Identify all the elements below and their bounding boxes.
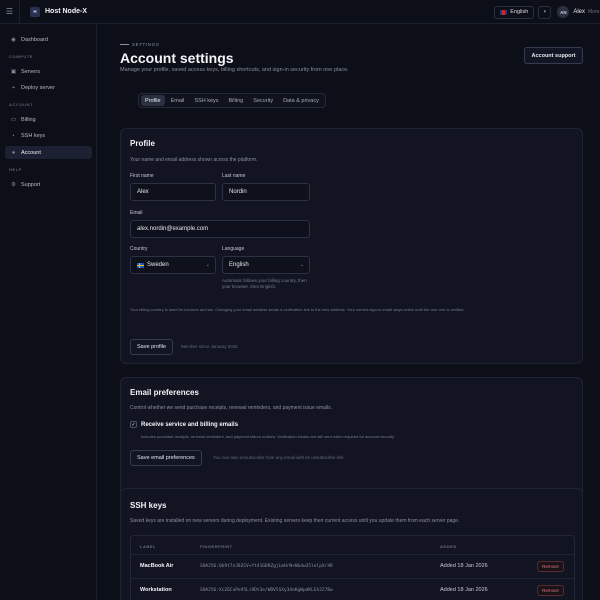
last-name-label: Last name [222,173,246,179]
tab-ssh-keys[interactable]: SSH keys [190,95,222,106]
ssh-key-label: MacBook Air [140,563,174,569]
email-preferences-title: Email preferences [130,388,199,397]
unsubscribe-note: You can also unsubscribe from any email … [213,455,345,460]
ssh-key-added: Added 18 Jan 2026 [440,587,488,593]
brand-name[interactable]: Host Node-X [45,8,87,15]
remove-ssh-key-button[interactable]: Remove [537,561,564,572]
language-select[interactable]: English ⌄ [222,256,310,274]
country-value: Sweden [147,262,169,268]
sidebar-toggle-icon[interactable]: ☰ [0,0,20,24]
ssh-keys-card: SSH keys Saved keys are installed on new… [120,488,583,600]
sidebar-item-label: Servers [21,68,40,75]
service-emails-label: Receive service and billing emails [141,422,239,428]
brand-logo: H [30,6,40,17]
sidebar-item-ssh-keys[interactable]: ⋆ SSH keys [5,129,92,142]
user-menu-label[interactable]: More [588,9,600,15]
email-field[interactable]: alex.nordin@example.com [130,220,310,238]
column-header-label: LABEL [140,544,156,549]
dashboard-icon: ◉ [11,36,16,43]
ssh-keys-description: Saved keys are installed on new servers … [130,518,460,524]
language-label: Language [222,246,245,252]
email-label: Email [130,210,143,216]
plus-icon: + [11,84,16,91]
sidebar-item-servers[interactable]: ▣ Servers [5,65,92,78]
email-preferences-card: Email preferences Control whether we sen… [120,377,583,498]
save-email-preferences-button[interactable]: Save email preferences [130,450,202,466]
sidebar-item-label: Support [21,181,41,188]
user-icon: ● [11,149,16,156]
profile-title: Profile [130,139,155,148]
sidebar-item-dashboard[interactable]: ◉ Dashboard [5,33,92,46]
column-header-fingerprint: FINGERPRINT [200,544,233,549]
page-subtitle: Manage your profile, saved access keys, … [120,67,349,73]
sidebar-item-label: SSH keys [21,132,46,139]
first-name-label: First name [130,173,154,179]
tab-data-privacy[interactable]: Data & privacy [279,95,323,106]
key-icon: ⋆ [11,132,16,139]
account-support-button[interactable]: Account support [524,47,583,64]
settings-tabs: Profile Email SSH keys Billing Security … [138,93,326,108]
top-bar-right: English ▾ AN Alex More [494,0,600,24]
page-eyebrow: SETTINGS [120,42,159,47]
credit-card-icon: ▭ [10,116,17,123]
chevron-down-icon[interactable]: ▾ [538,5,552,19]
email-preferences-description: Control whether we send purchase receipt… [130,405,333,411]
ssh-keys-title: SSH keys [130,501,167,510]
ssh-key-added: Added 18 Jan 2026 [440,563,488,569]
remove-ssh-key-button[interactable]: Remove [537,585,564,596]
tab-billing[interactable]: Billing [225,95,248,106]
profile-description: Your name and email address shown across… [130,157,258,163]
sidebar: ◉ Dashboard COMPUTE ▣ Servers + Deploy s… [0,24,97,600]
gear-icon: ⚙ [11,181,16,188]
sidebar-item-support[interactable]: ⚙ Support [5,178,92,191]
avatar[interactable]: AN [557,6,570,18]
language-selector[interactable]: English [494,5,535,19]
tab-security[interactable]: Security [249,95,277,106]
table-divider [131,554,574,555]
profile-footnote: Your billing country is used for invoice… [130,307,465,312]
column-header-added: ADDED [440,544,457,549]
ssh-key-label: Workstation [140,587,172,593]
language-selector-label: English [510,9,529,15]
tab-profile[interactable]: Profile [141,95,165,106]
member-since: Member since January 2026 [181,344,238,349]
server-icon: ▣ [10,68,17,75]
last-name-field[interactable]: Nordin [222,183,310,201]
service-emails-checkbox[interactable]: ✓ [130,421,137,428]
chevron-down-icon: ⌄ [205,262,210,268]
country-label: Country [130,246,148,252]
language-note: Automatic follows your billing country, … [222,278,307,289]
eyebrow-label: SETTINGS [132,42,160,47]
flag-uk-icon [500,9,508,15]
ssh-keys-table: LABEL FINGERPRINT ADDED MacBook Air SHA2… [130,535,575,600]
eyebrow-line [120,44,129,45]
chevron-down-icon: ⌄ [299,262,304,268]
flag-sweden-icon [137,262,144,268]
language-value: English [229,262,249,268]
sidebar-item-label: Billing [21,116,36,123]
save-profile-button[interactable]: Save profile [130,339,174,355]
first-name-field[interactable]: Alex [130,183,216,201]
sidebar-item-billing[interactable]: ▭ Billing [5,113,92,126]
sidebar-item-account[interactable]: ● Account [5,146,92,159]
table-divider [131,578,574,579]
top-bar: ☰ H Host Node-X English ▾ AN Alex More [0,0,600,24]
sidebar-item-label: Deploy server [21,84,55,91]
profile-card: Profile Your name and email address show… [120,128,583,364]
page-title: Account settings [120,50,234,66]
sidebar-section-compute: COMPUTE [9,54,34,59]
ssh-key-fingerprint: SHA256:XiZ6CuPeV5Li9Dt3e/WDV5SXy34eKgWpd… [200,588,333,593]
sidebar-item-deploy-server[interactable]: + Deploy server [5,81,92,94]
sidebar-item-label: Dashboard [21,36,48,43]
ssh-key-fingerprint: SHA256:Qk9t7nJ8ZCV+Yt41GDRZgjLmHrN+NGdw3… [200,564,333,569]
sidebar-section-help: HELP [9,167,23,172]
country-select[interactable]: Sweden ⌄ [130,256,216,274]
tab-email[interactable]: Email [167,95,189,106]
sidebar-item-label: Account [21,149,41,156]
main-content: SETTINGS Account settings Manage your pr… [98,24,600,600]
service-emails-note: Includes purchase receipts, renewal remi… [141,434,395,439]
user-name[interactable]: Alex [573,9,585,15]
sidebar-section-account: ACCOUNT [9,102,34,107]
